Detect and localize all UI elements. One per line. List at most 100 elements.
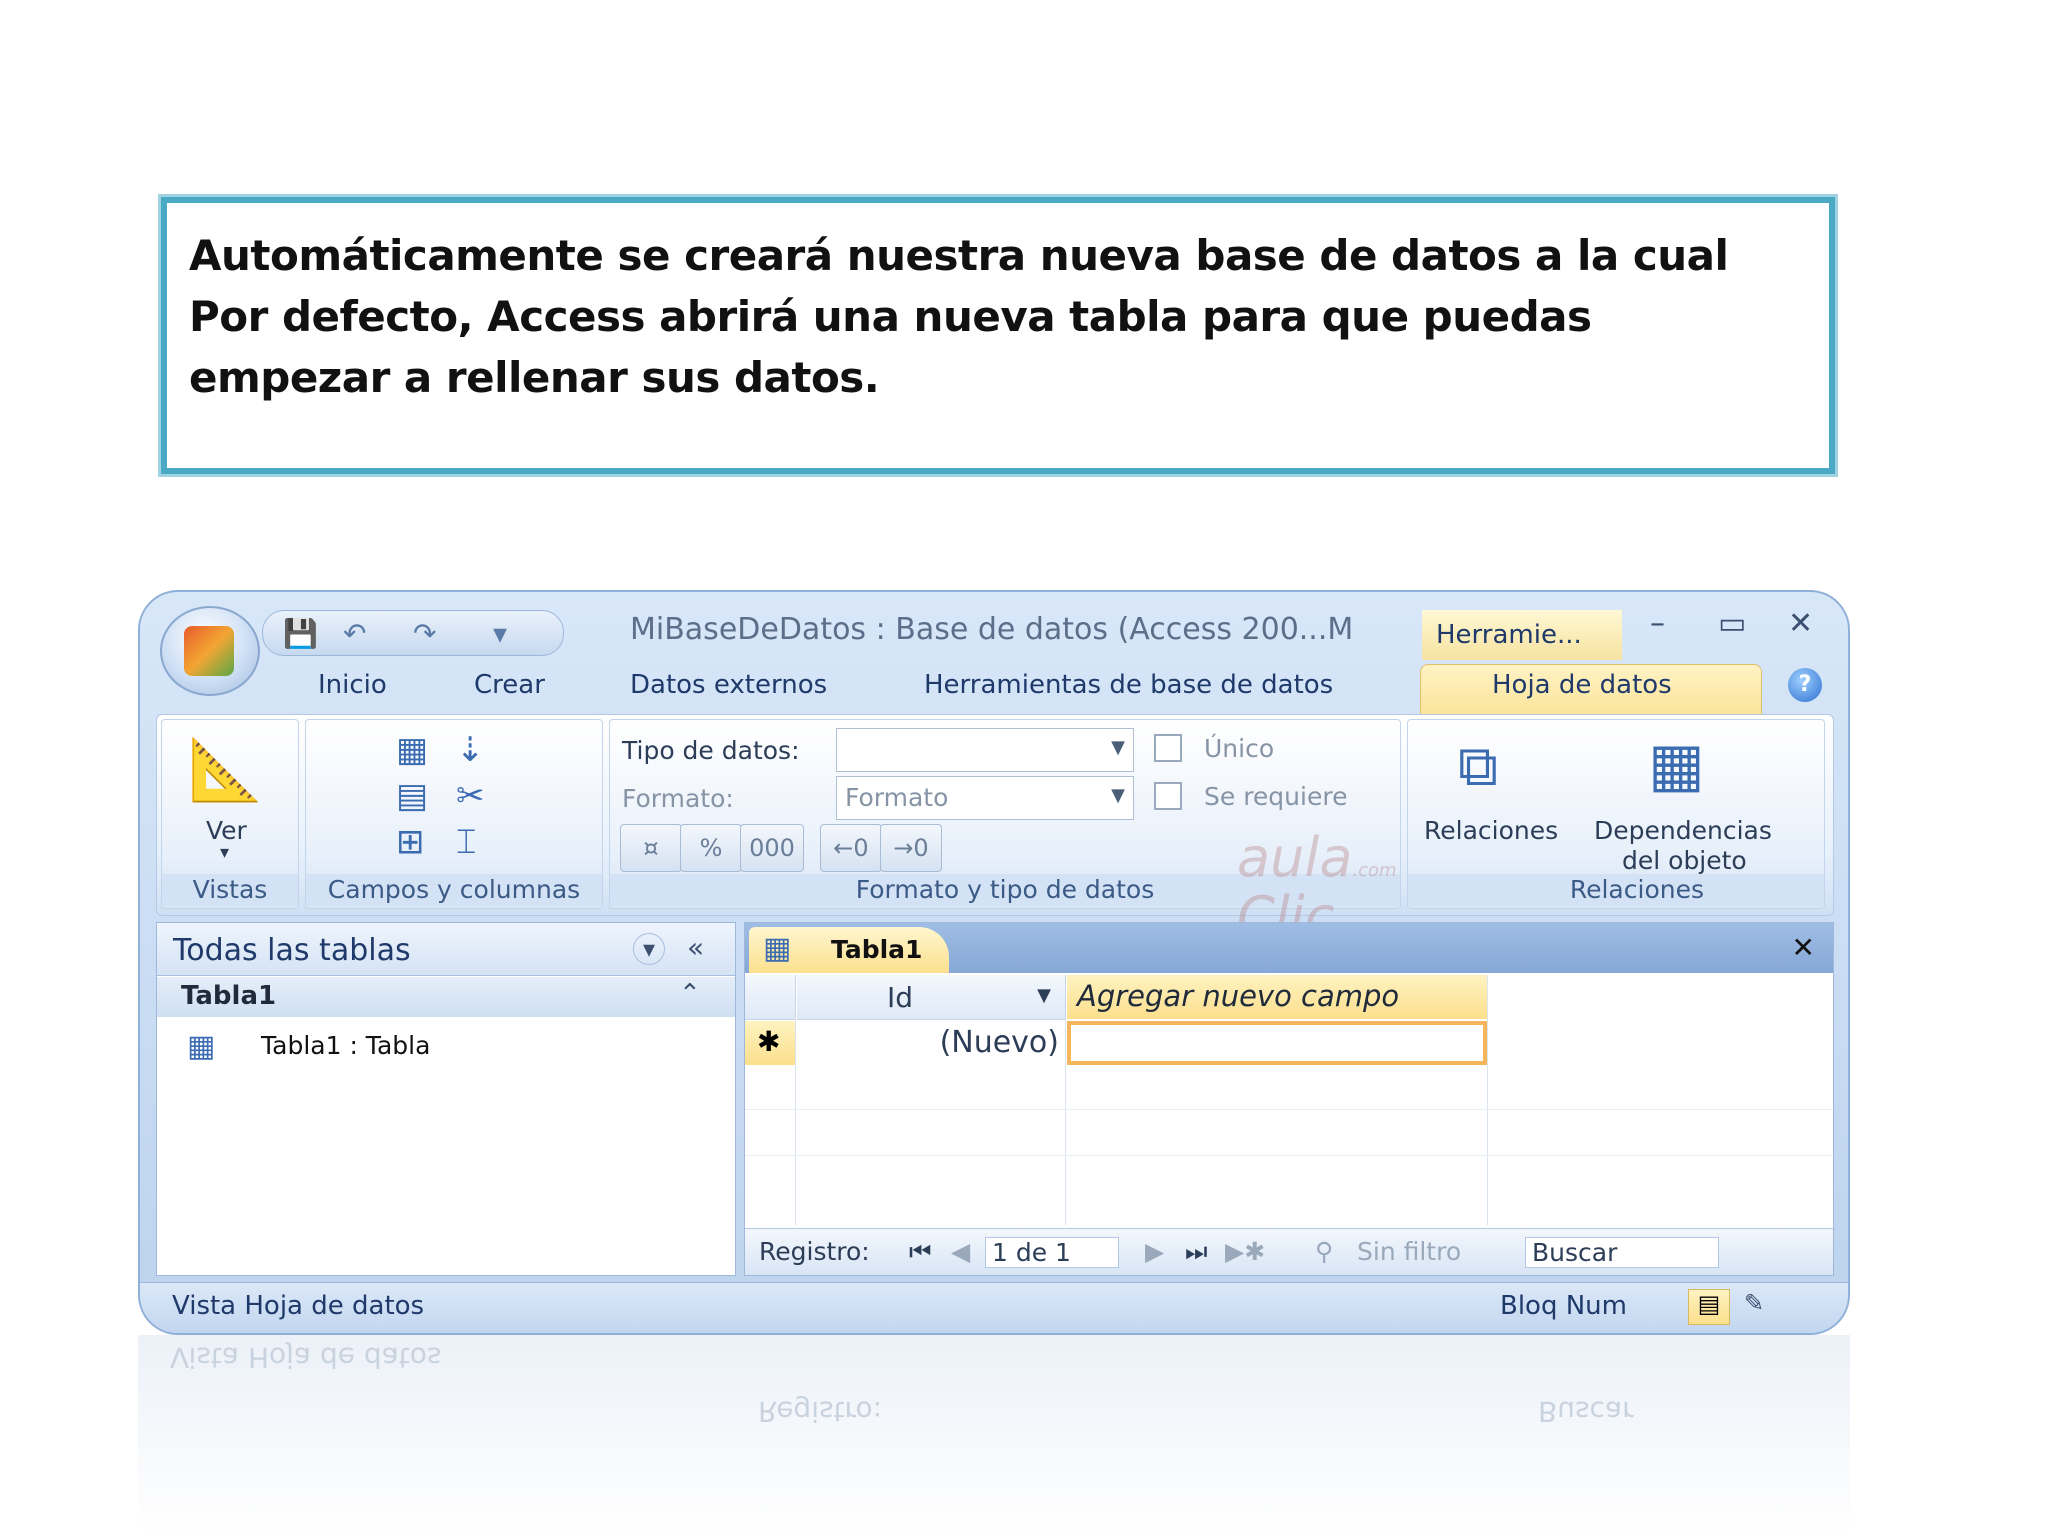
tab-herramientas-bd[interactable]: Herramientas de base de datos: [924, 670, 1333, 700]
minimize-button[interactable]: –: [1650, 606, 1665, 641]
window-title: MiBaseDeDatos : Base de datos (Access 20…: [630, 612, 1354, 647]
chevron-down-icon: ▼: [1111, 737, 1125, 758]
new-record-nav-icon[interactable]: ▶✱: [1225, 1237, 1265, 1266]
search-input[interactable]: Buscar: [1525, 1237, 1719, 1268]
group-label-relaciones: Relaciones: [1408, 874, 1824, 906]
datasheet-document: ▦ Tabla1 ✕ Id ▼ Agregar nuevo campo ✱ (N…: [744, 922, 1834, 1276]
nav-group-header[interactable]: Tabla1 ⌃: [157, 977, 735, 1017]
table-icon: ▦: [187, 1029, 216, 1064]
chevron-down-icon: ▼: [1111, 785, 1125, 806]
group-relaciones: ⧉ ▦ Relaciones Dependencias del objeto R…: [1407, 719, 1825, 909]
nav-pane-header[interactable]: Todas las tablas ▾ «: [157, 923, 735, 976]
relaciones-button[interactable]: Relaciones: [1424, 816, 1558, 845]
select-all-corner[interactable]: [745, 975, 796, 1020]
tab-inicio[interactable]: Inicio: [318, 670, 387, 700]
requiere-label: Se requiere: [1204, 782, 1348, 811]
watermark-suffix: .com: [1352, 860, 1397, 881]
add-existing-field-icon[interactable]: ⊞: [396, 822, 425, 862]
ver-button[interactable]: Ver: [206, 816, 247, 845]
dependencias-button-line1[interactable]: Dependencias: [1594, 816, 1772, 845]
callout-line-3: empezar a rellenar sus datos.: [189, 353, 880, 402]
maximize-button[interactable]: ▭: [1718, 606, 1746, 641]
instruction-callout: Automáticamente se creará nuestra nueva …: [161, 197, 1835, 474]
customize-qat-icon[interactable]: ▾: [493, 617, 507, 650]
window-reflection: Vista Hoja de datos Registro: Buscar: [138, 1335, 1850, 1535]
watermark-line1: aula: [1237, 826, 1353, 889]
tab-crear[interactable]: Crear: [474, 670, 545, 700]
chevron-down-icon[interactable]: ▼: [1037, 985, 1051, 1006]
callout-line-1: Automáticamente se creará nuestra nueva …: [189, 231, 1729, 280]
formato-label: Formato:: [622, 784, 734, 813]
increase-decimals-icon[interactable]: ←0: [820, 824, 882, 872]
redo-icon[interactable]: ↷: [413, 617, 436, 650]
requiere-checkbox[interactable]: [1154, 782, 1182, 810]
object-dependencies-icon[interactable]: ▦: [1648, 730, 1705, 800]
delete-column-icon[interactable]: ✂: [456, 776, 485, 816]
tab-hoja-de-datos[interactable]: Hoja de datos: [1492, 670, 1672, 700]
rename-column-icon[interactable]: ⌶: [456, 822, 476, 862]
close-button[interactable]: ✕: [1788, 606, 1813, 641]
collapse-pane-icon[interactable]: «: [687, 931, 704, 964]
reflection-record: Registro:: [758, 1395, 883, 1428]
row-selector[interactable]: ✱: [745, 1021, 795, 1065]
quick-access-toolbar: 💾 ↶ ↷ ▾: [262, 610, 564, 656]
office-button[interactable]: [160, 606, 260, 696]
ver-dropdown-icon[interactable]: ▾: [220, 842, 229, 863]
group-campos-columnas: ▦ ⇣ ▤ ✂ ⊞ ⌶ Campos y columnas: [305, 719, 603, 909]
currency-format-icon[interactable]: ¤: [620, 824, 682, 872]
help-icon[interactable]: ?: [1788, 668, 1822, 702]
access-window: 💾 ↶ ↷ ▾ MiBaseDeDatos : Base de datos (A…: [138, 590, 1850, 1335]
save-icon[interactable]: 💾: [283, 617, 318, 650]
design-view-icon[interactable]: ✎: [1744, 1289, 1764, 1317]
last-record-icon[interactable]: ⏭: [1185, 1237, 1208, 1267]
column-header-add-field[interactable]: Agregar nuevo campo: [1067, 975, 1487, 1019]
view-design-icon[interactable]: 📐: [188, 734, 263, 805]
next-record-icon[interactable]: ▶: [1145, 1237, 1164, 1266]
percent-button[interactable]: %: [680, 824, 742, 872]
thousands-button[interactable]: 000: [740, 824, 804, 872]
navigation-pane: Todas las tablas ▾ « Tabla1 ⌃ ▦ Tabla1 :…: [156, 922, 736, 1276]
record-label: Registro:: [759, 1237, 870, 1266]
close-document-icon[interactable]: ✕: [1792, 931, 1815, 964]
tab-tabla1[interactable]: ▦ Tabla1: [749, 927, 949, 973]
add-field-label: Agregar nuevo campo: [1077, 979, 1400, 1013]
decrease-decimals-icon[interactable]: →0: [880, 824, 942, 872]
insert-column-icon[interactable]: ⇣: [456, 730, 485, 770]
lookup-column-icon[interactable]: ▤: [396, 776, 428, 816]
formato-select-value: Formato: [845, 783, 949, 812]
tab-datos-externos[interactable]: Datos externos: [630, 670, 827, 700]
cell-id-new[interactable]: (Nuevo): [797, 1021, 1065, 1065]
tipo-datos-label: Tipo de datos:: [622, 736, 800, 765]
nav-group-title: Tabla1: [181, 981, 277, 1011]
first-record-icon[interactable]: ⏮: [909, 1237, 932, 1267]
status-view-name: Vista Hoja de datos: [172, 1291, 425, 1321]
record-position-input[interactable]: 1 de 1: [985, 1237, 1119, 1268]
group-label-vistas: Vistas: [162, 874, 298, 906]
filter-icon: ⚲: [1315, 1237, 1334, 1266]
tipo-datos-select[interactable]: ▼: [836, 728, 1134, 772]
reflection-status: Vista Hoja de datos: [170, 1341, 442, 1374]
ribbon: 📐 Ver ▾ Vistas ▦ ⇣ ▤ ✂ ⊞ ⌶ Campos y colu…: [156, 714, 1834, 944]
cell-new-field[interactable]: [1067, 1021, 1487, 1065]
column-header-id[interactable]: Id ▼: [797, 975, 1066, 1020]
previous-record-icon[interactable]: ◀: [951, 1237, 970, 1266]
cell-id-value: (Nuevo): [939, 1025, 1059, 1060]
collapse-group-icon[interactable]: ⌃: [679, 979, 701, 1009]
unico-checkbox[interactable]: [1154, 734, 1182, 762]
datasheet-view-icon[interactable]: ▤: [1688, 1289, 1730, 1325]
filter-status[interactable]: Sin filtro: [1357, 1237, 1461, 1266]
record-navigator: Registro: ⏮ ◀ 1 de 1 ▶ ⏭ ▶✱ ⚲ Sin filtro…: [745, 1228, 1833, 1275]
nav-item-tabla1[interactable]: Tabla1 : Tabla: [261, 1031, 430, 1060]
formato-select[interactable]: Formato ▼: [836, 776, 1134, 820]
status-numlock: Bloq Num: [1500, 1291, 1627, 1321]
new-field-icon[interactable]: ▦: [396, 730, 428, 770]
callout-line-2: Por defecto, Access abrirá una nueva tab…: [189, 292, 1592, 341]
contextual-tab-herramientas[interactable]: Herramie...: [1422, 610, 1622, 660]
nav-menu-dropdown-icon[interactable]: ▾: [633, 933, 665, 965]
datasheet-grid: Id ▼ Agregar nuevo campo ✱ (Nuevo): [745, 975, 1833, 1225]
group-vistas: 📐 Ver ▾ Vistas: [161, 719, 299, 909]
dependencias-button-line2[interactable]: del objeto: [1622, 846, 1747, 875]
relationships-icon[interactable]: ⧉: [1458, 734, 1498, 800]
undo-icon[interactable]: ↶: [343, 617, 366, 650]
table-icon: ▦: [763, 931, 792, 966]
